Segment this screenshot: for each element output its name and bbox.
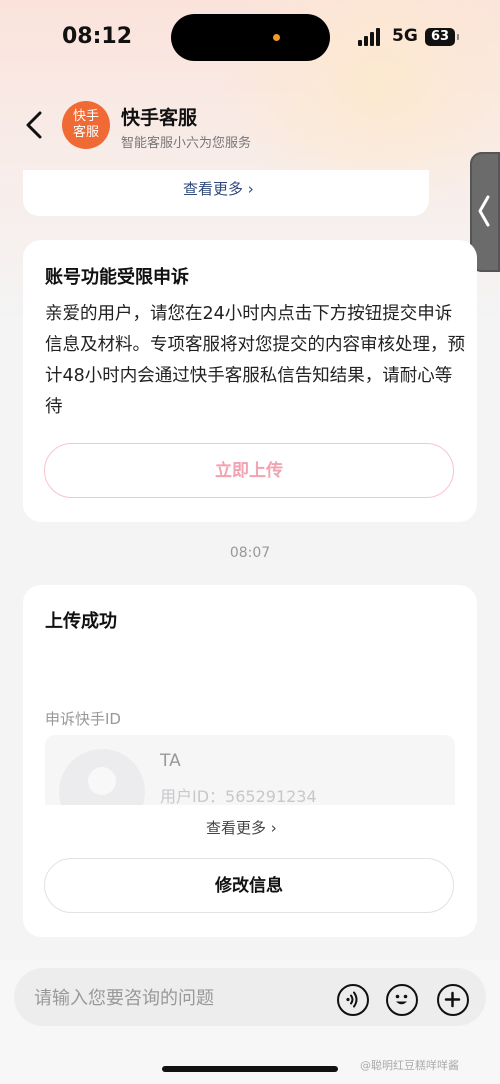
- field-label: 申诉快手ID: [45, 710, 121, 728]
- back-button[interactable]: [20, 108, 50, 142]
- card-title: 上传成功: [45, 611, 117, 632]
- input-placeholder: 请输入您要咨询的问题: [34, 988, 214, 1009]
- card-title: 账号功能受限申诉: [45, 267, 189, 288]
- emoji-button[interactable]: [386, 984, 418, 1016]
- plus-icon: [444, 991, 461, 1008]
- appeal-message-card: 账号功能受限申诉 亲爱的用户，请您在24小时内点击下方按钮提交申诉信息及材料。专…: [23, 240, 477, 522]
- battery-icon: 63: [425, 28, 459, 46]
- user-name: TA: [160, 751, 181, 771]
- page-subtitle: 智能客服小六为您服务: [121, 136, 252, 151]
- view-more-link[interactable]: 查看更多 ›: [206, 817, 277, 838]
- status-time: 08:12: [62, 24, 133, 49]
- more-actions-button[interactable]: [437, 984, 469, 1016]
- network-type: 5G: [392, 26, 418, 46]
- user-id: 用户ID：565291234: [160, 787, 317, 805]
- watermark: @聪明红豆糕咩咩酱: [360, 1059, 459, 1072]
- upload-now-button[interactable]: 立即上传: [44, 443, 454, 498]
- chat-input-bar: 请输入您要咨询的问题 @聪明红豆糕咩咩酱: [0, 960, 500, 1084]
- previous-message-card: 查看更多 ›: [23, 170, 429, 216]
- edit-info-button[interactable]: 修改信息: [44, 858, 454, 913]
- chevron-left-icon: [478, 195, 490, 227]
- emoji-icon: [395, 994, 408, 1005]
- chevron-left-icon: [26, 111, 42, 139]
- upload-success-card: 上传成功 申诉快手ID TA 用户ID：565291234 查看更多 › 修改信…: [23, 585, 477, 937]
- cellular-signal-icon: [358, 28, 382, 46]
- home-indicator[interactable]: [162, 1066, 338, 1072]
- recording-indicator-dot: [273, 34, 280, 41]
- card-body-text: 亲爱的用户，请您在24小时内点击下方按钮提交申诉信息及材料。专项客服将对您提交的…: [45, 304, 465, 417]
- status-bar: 08:12 5G 63: [0, 0, 500, 76]
- view-more-link[interactable]: 查看更多 ›: [183, 178, 254, 199]
- voice-icon: [346, 991, 358, 1008]
- message-timestamp: 08:07: [229, 545, 271, 561]
- avatar-text-top: 快手: [72, 109, 99, 124]
- user-info-box: TA 用户ID：565291234: [45, 735, 455, 805]
- dynamic-island: [171, 14, 330, 61]
- service-avatar[interactable]: 快手 客服: [62, 101, 110, 149]
- page-title: 快手客服: [121, 107, 198, 129]
- avatar-text-bottom: 客服: [72, 125, 99, 140]
- voice-button[interactable]: [337, 984, 369, 1016]
- user-avatar: [59, 749, 145, 805]
- question-input[interactable]: 请输入您要咨询的问题: [14, 968, 486, 1026]
